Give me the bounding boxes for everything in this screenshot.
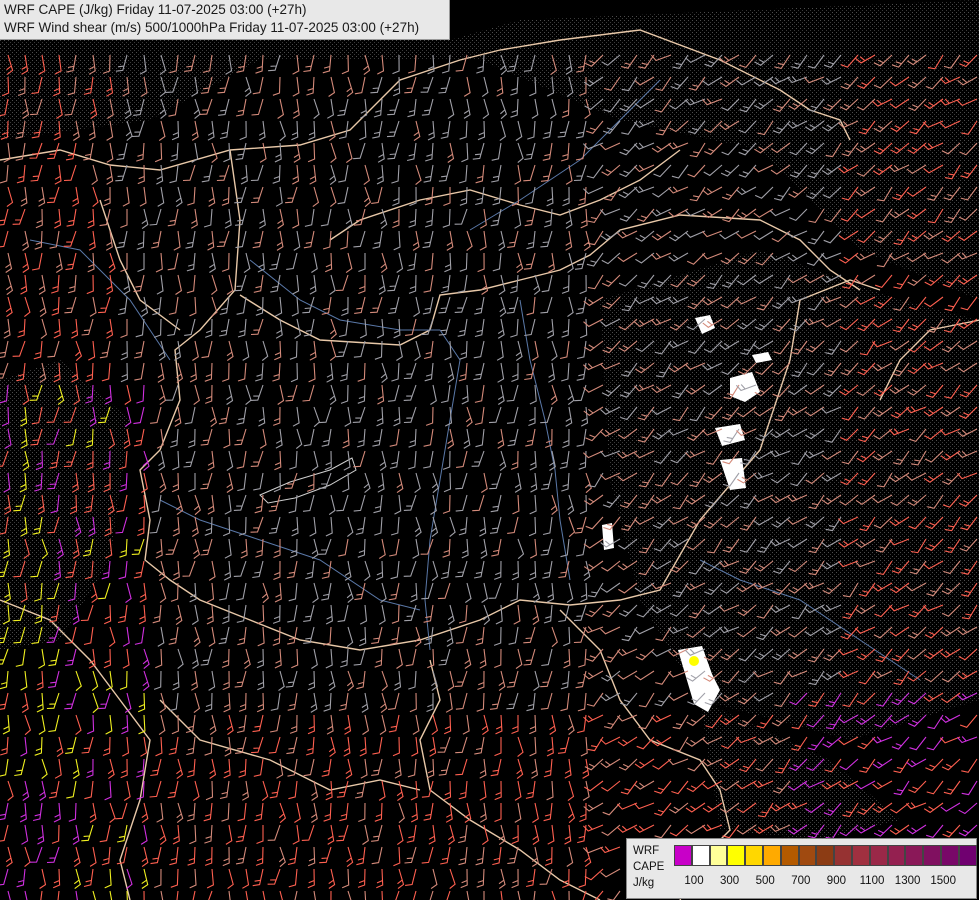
legend-label-cape: CAPE (633, 861, 665, 873)
weather-map (0, 0, 979, 900)
legend-tick-label: 100 (684, 875, 704, 887)
legend-swatch (762, 845, 781, 866)
legend-swatch (905, 845, 924, 866)
legend-swatch (780, 845, 799, 866)
legend-swatch (834, 845, 852, 866)
legend-swatch (691, 845, 710, 866)
map-title-box: WRF CAPE (J/kg) Friday 11-07-2025 03:00 … (0, 0, 450, 40)
legend-swatch (940, 845, 959, 866)
cape-legend: WRF CAPE J/kg 100 300 500 700 900 1100 1300 150… (626, 838, 977, 899)
legend-swatch (798, 845, 817, 866)
legend-swatch (674, 845, 692, 866)
legend-swatch (923, 845, 941, 866)
legend-swatch (727, 845, 746, 866)
legend-tick-label: 1300 (894, 875, 921, 887)
legend-swatch (958, 845, 977, 866)
legend-tick-label: 1100 (859, 875, 885, 887)
legend-swatch (869, 845, 888, 866)
legend-swatch (816, 845, 835, 866)
legend-swatch (709, 845, 728, 866)
legend-tick-label: 900 (826, 875, 846, 887)
legend-tick-label: 700 (791, 875, 811, 887)
legend-label-wrf: WRF (633, 845, 660, 857)
title-cape: WRF CAPE (J/kg) Friday 11-07-2025 03:00 … (4, 2, 307, 17)
title-wind-shear: WRF Wind shear (m/s) 500/1000hPa Friday … (4, 20, 420, 35)
legend-swatch (745, 845, 763, 866)
legend-swatch (887, 845, 906, 866)
legend-swatch (851, 845, 870, 866)
legend-tick-labels: 100 300 500 700 900 1100 1300 1500 (677, 875, 977, 889)
legend-tick-label: 300 (720, 875, 740, 887)
legend-label-unit: J/kg (633, 877, 655, 889)
legend-tick-label: 500 (755, 875, 775, 887)
legend-tick-label: 1500 (930, 875, 956, 887)
legend-color-swatches (674, 845, 977, 866)
